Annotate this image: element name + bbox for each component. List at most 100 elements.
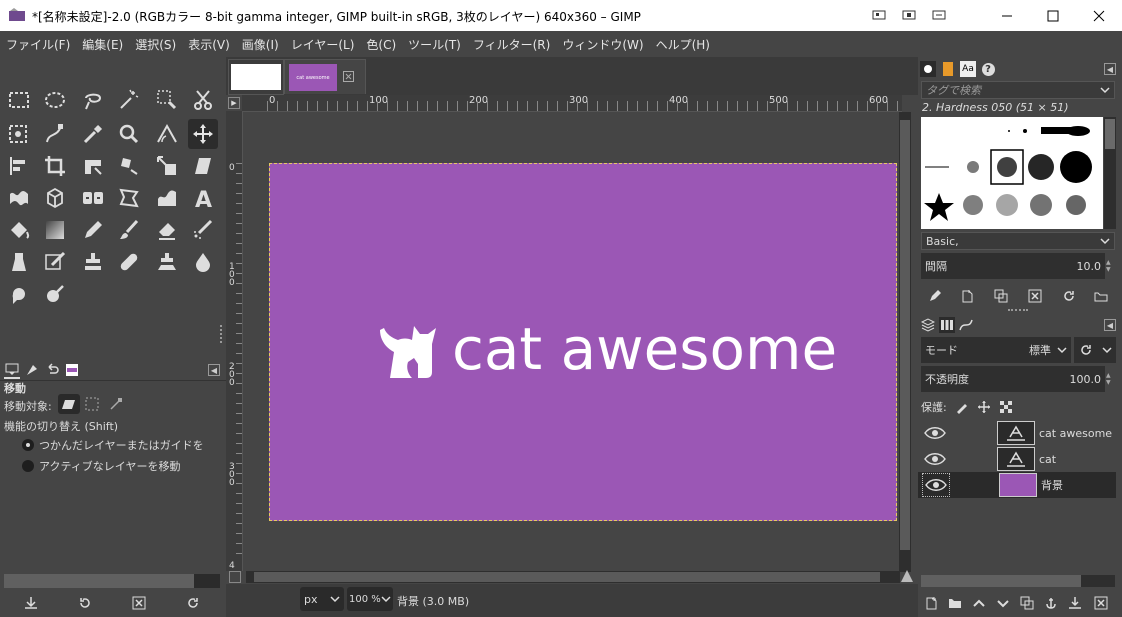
image-tab-2[interactable]: cat awesome [284,59,366,94]
chevron-down-icon[interactable] [1100,86,1110,94]
airbrush-icon[interactable] [188,215,218,245]
perspective-clone-icon[interactable] [152,247,182,277]
layers-tab-icon[interactable] [920,317,936,333]
opacity-slider[interactable]: 不透明度 100.0 [921,366,1105,392]
layer-mode-selector[interactable]: モード 標準 [921,337,1071,363]
zoom-icon[interactable] [114,119,144,149]
duplicate-layer-icon[interactable] [1020,596,1034,610]
color-picker-icon[interactable] [78,119,108,149]
lock-pixels-icon[interactable] [955,400,969,414]
blur-icon[interactable] [188,247,218,277]
anchor-layer-icon[interactable] [1044,596,1058,610]
move-tool-icon[interactable] [188,119,218,149]
menu-filters[interactable]: フィルター(R) [467,36,556,53]
ink-icon[interactable] [4,247,34,277]
layer-row-selected[interactable]: 背景 [918,472,1116,498]
dodge-burn-icon[interactable] [40,279,70,309]
edit-brush-icon[interactable] [928,289,942,303]
layers-scrollbar[interactable] [921,575,1115,587]
foreground-select-icon[interactable] [4,119,34,149]
restore-options-icon[interactable] [78,596,92,610]
minimize-button[interactable] [984,0,1030,31]
tool-options-tab-icon[interactable] [4,361,20,379]
brushes-tab-icon[interactable] [920,61,936,77]
visibility-toggle[interactable] [922,473,950,497]
eraser-icon[interactable] [152,215,182,245]
warp-icon[interactable] [4,183,34,213]
layers-panel-menu-button[interactable]: ◀ [1104,319,1116,331]
spacing-slider[interactable]: 間隔 10.0 [921,253,1105,279]
eye-icon[interactable] [925,478,947,492]
align-icon[interactable] [4,151,34,181]
zoom-selector[interactable]: 100 % [347,587,393,611]
menu-help[interactable]: ヘルプ(H) [650,36,716,53]
radio-dot-checked[interactable] [22,439,34,451]
unified-transform-icon[interactable] [78,151,108,181]
paths-icon[interactable] [40,119,70,149]
dock-resize-handle[interactable] [220,325,225,343]
duplicate-brush-icon[interactable] [994,289,1008,303]
composite-mode-button[interactable] [1074,337,1116,363]
panel-menu-button[interactable]: ◀ [208,364,220,376]
screen-icon[interactable] [902,9,916,21]
ellipse-select-icon[interactable] [40,85,70,115]
brush-grid-scrollbar[interactable] [1104,117,1116,229]
warp-transform-icon[interactable] [152,183,182,213]
scissors-icon[interactable] [188,85,218,115]
fullscreen-icon[interactable] [932,9,946,21]
tool-options-scrollbar[interactable] [4,574,220,588]
lasso-icon[interactable] [78,85,108,115]
unit-selector[interactable]: px [300,587,344,611]
paintbrush-icon[interactable] [114,215,144,245]
menu-windows[interactable]: ウィンドウ(W) [556,36,649,53]
close-tab-icon[interactable] [343,71,354,82]
images-tab-icon[interactable] [64,362,80,378]
layer-row[interactable]: cat awesome [918,420,1116,446]
close-button[interactable] [1076,0,1122,31]
radio-dot-unchecked[interactable] [22,460,34,472]
fonts-tab-icon[interactable]: Aa [960,61,976,77]
image-canvas[interactable]: cat awesome [269,163,897,521]
help-tab-icon[interactable]: ? [980,61,996,77]
patterns-tab-icon[interactable] [940,61,956,77]
lock-position-icon[interactable] [977,400,991,414]
restore-small-icon[interactable] [872,9,886,21]
text-tool-icon[interactable]: A [188,183,218,213]
gradient-icon[interactable] [40,215,70,245]
new-layer-group-icon[interactable] [948,596,962,610]
reset-options-icon[interactable] [186,596,200,610]
menu-colors[interactable]: 色(C) [360,36,402,53]
new-brush-icon[interactable] [960,289,974,303]
device-status-tab-icon[interactable] [24,362,40,378]
eye-icon[interactable] [924,426,946,440]
lock-alpha-icon[interactable] [999,400,1013,414]
menu-image[interactable]: 画像(I) [236,36,285,53]
opacity-spinner[interactable]: ▲ ▼ [1106,366,1116,392]
menu-layer[interactable]: レイヤー(L) [285,36,361,53]
color-select-icon[interactable] [152,85,182,115]
menu-tools[interactable]: ツール(T) [402,36,467,53]
radio-pick-layer[interactable]: つかんだレイヤーまたはガイドを [22,437,204,453]
delete-brush-icon[interactable] [1028,289,1042,303]
vertical-scrollbar[interactable] [899,112,911,572]
delete-options-icon[interactable] [132,596,146,610]
fuzzy-select-icon[interactable] [114,85,144,115]
eye-icon[interactable] [924,452,946,466]
maximize-button[interactable] [1030,0,1076,31]
flip-icon[interactable] [78,183,108,213]
open-brush-icon[interactable] [1094,289,1108,303]
cage-transform-icon[interactable] [114,183,144,213]
rect-select-icon[interactable] [4,85,34,115]
horizontal-scrollbar[interactable] [246,571,900,583]
brushes-panel-menu-button[interactable]: ◀ [1104,63,1116,75]
mypaint-brush-icon[interactable] [40,247,70,277]
paths-tab-icon[interactable] [958,317,974,333]
new-layer-icon[interactable] [924,596,938,610]
smudge-icon[interactable] [4,279,34,309]
menu-file[interactable]: ファイル(F) [0,36,76,53]
delete-layer-icon[interactable] [1094,596,1108,610]
brush-preset-selector[interactable]: Basic, [921,232,1115,250]
channels-tab-icon[interactable] [939,317,955,333]
navigate-icon[interactable] [900,569,914,583]
heal-icon[interactable] [114,247,144,277]
